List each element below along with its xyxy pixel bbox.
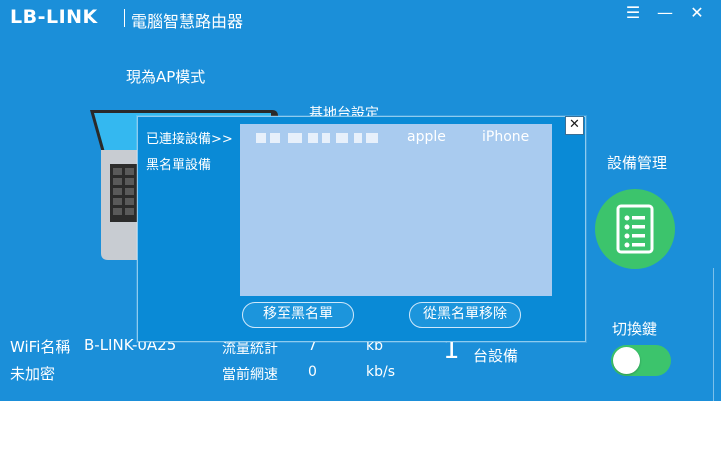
encryption-status: 未加密	[10, 365, 56, 383]
menu-icon[interactable]: ☰	[622, 2, 644, 24]
speed-unit: kb/s	[366, 364, 396, 380]
wifi-name-label: WiFi名稱	[10, 338, 71, 356]
device-management-button[interactable]	[595, 189, 675, 269]
device-name: apple	[407, 129, 446, 145]
remove-from-blacklist-button[interactable]: 從黑名單移除	[409, 302, 521, 328]
blank-area	[0, 401, 721, 460]
device-list-icon	[616, 204, 654, 254]
device-list	[240, 124, 552, 296]
title-separator	[124, 9, 125, 27]
title-bar: LB-LINK 電腦智慧路由器 ☰ — ✕	[0, 0, 721, 36]
mode-switch-toggle[interactable]	[611, 345, 671, 376]
mode-label: 現為AP模式	[126, 68, 206, 86]
device-management-label: 設備管理	[607, 154, 668, 172]
close-icon[interactable]: ✕	[686, 2, 708, 24]
side-panel-edge	[713, 268, 721, 401]
brand-logo: LB-LINK	[10, 6, 98, 28]
app-title: 電腦智慧路由器	[131, 12, 244, 31]
speed-label: 當前網速	[222, 367, 278, 383]
device-type: iPhone	[482, 129, 530, 145]
device-mac-redacted	[256, 129, 378, 147]
move-to-blacklist-button[interactable]: 移至黑名單	[242, 302, 354, 328]
dialog-close-icon[interactable]: ✕	[565, 116, 584, 135]
device-count-label: 台設備	[473, 347, 519, 365]
blacklist-devices-tab[interactable]: 黑名單設備	[146, 154, 211, 173]
list-item[interactable]: apple iPhone	[240, 127, 552, 149]
switch-label: 切換鍵	[612, 320, 658, 338]
speed-value: 0	[308, 364, 317, 380]
connected-devices-tab[interactable]: 已連接設備>>	[146, 128, 233, 147]
toggle-knob	[613, 347, 640, 374]
minimize-icon[interactable]: —	[654, 2, 676, 24]
app-window: LB-LINK 電腦智慧路由器 ☰ — ✕ 現為AP模式 基地台設定 設備管理	[0, 0, 721, 401]
